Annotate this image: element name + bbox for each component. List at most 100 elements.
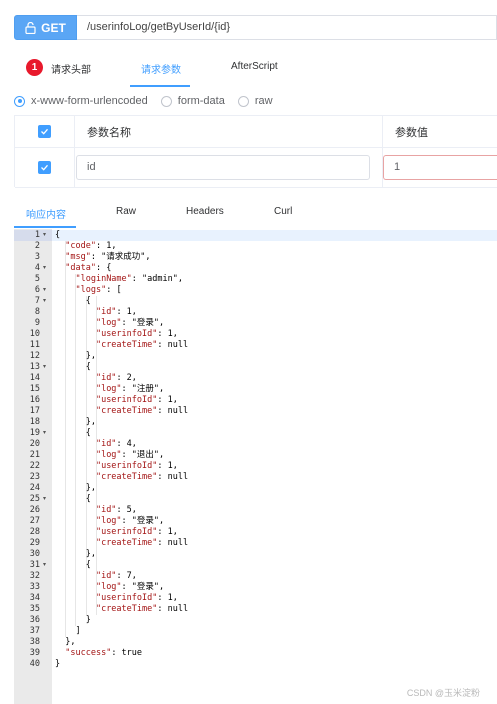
fold-arrow-icon[interactable]: ▾ [43,296,46,307]
code-line: "log": "登录", [95,318,165,328]
radio-unselected-icon [237,95,249,107]
line-number: 13 [29,362,40,372]
line-number: 7 [34,296,40,306]
json-key: "log" [95,318,122,328]
code-line: "createTime": null [95,472,189,482]
line-number: 34 [29,593,40,603]
param-name-cell: id [75,148,383,187]
json-key: "id" [95,373,117,383]
code-line: "createTime": null [95,406,189,416]
radio-unselected-icon [160,95,172,107]
json-key: "loginName" [75,274,132,284]
code-line: "userinfoId": 1, [95,461,178,471]
fold-arrow-icon[interactable]: ▾ [43,263,46,274]
line-number: 19 [29,428,40,438]
tab-request-headers[interactable]: 1 请求头部 [26,58,96,78]
code-line: "log": "登录", [95,582,165,592]
param-name-input[interactable]: id [76,155,370,180]
response-editor[interactable]: 1 ▾ 2 3 4 ▾ 5 6 ▾ 7 ▾ 8 9 10 11 12 13 ▾ 14 15 16 17 18 19 ▾ 20 21 2… [14,229,497,704]
radio-raw-label: raw [254,95,273,107]
body-tab-indicator [14,226,76,228]
line-number: 38 [29,637,40,647]
json-key: "data" [65,263,96,273]
code-line: "msg": "请求成功", [65,252,151,262]
fold-arrow-icon[interactable]: ▾ [43,494,46,505]
code-line: "userinfoId": 1, [95,527,178,537]
line-number: 3 [34,252,40,262]
code-line: } [55,615,91,625]
code-line: { [55,560,91,570]
line-number: 23 [29,472,40,482]
line-number: 20 [29,439,40,449]
json-key: "id" [95,505,117,515]
radio-raw[interactable]: raw [237,95,273,107]
row-checkbox[interactable] [38,161,51,174]
line-number: 1 [34,230,40,240]
params-tab-indicator [130,85,190,87]
fold-arrow-icon[interactable]: ▾ [43,230,46,241]
line-number: 18 [29,417,40,427]
line-number: 16 [29,395,40,405]
code-line: } [55,659,61,669]
tab-response-body[interactable]: 响应内容 [26,206,66,221]
line-number: 22 [29,461,40,471]
select-all-checkbox[interactable] [38,125,51,138]
code-line: "createTime": null [95,538,189,548]
code-line: "data": { [65,263,112,273]
param-value-input[interactable]: 1 [383,155,497,180]
code-line: ] [55,626,81,636]
method-label: GET [41,20,66,35]
code-line: "createTime": null [95,340,189,350]
radio-urlencoded[interactable]: x-www-form-urlencoded [14,95,148,107]
fold-arrow-icon[interactable]: ▾ [43,362,46,373]
code-line: "success": true [65,648,143,658]
code-line: "id": 4, [95,439,137,449]
headers-count-badge: 1 [26,59,43,76]
code-line: "id": 1, [95,307,137,317]
watermark: CSDN @玉米淀粉 [406,688,480,698]
json-key: "log" [95,450,122,460]
line-number: 31 [29,560,40,570]
code-line: "logs": [ [75,285,122,295]
line-number: 27 [29,516,40,526]
code-line: }, [55,549,96,559]
code-line: { [55,494,91,504]
col-header-name: 参数名称 [75,116,383,147]
code-line: }, [55,637,76,647]
code-line: "log": "退出", [95,450,165,460]
json-key: "log" [95,582,122,592]
line-number: 24 [29,483,40,493]
tab-request-headers-label: 请求头部 [51,65,91,76]
fold-arrow-icon[interactable]: ▾ [43,560,46,571]
url-input[interactable]: /userinfoLog/getByUserId/{id} [77,15,497,40]
json-key: "createTime" [95,340,158,350]
line-number: 40 [29,659,40,669]
tab-response-raw[interactable]: Raw [116,206,136,217]
tab-request-params[interactable]: 请求参数 [141,61,181,76]
line-number: 30 [29,549,40,559]
line-number: 9 [34,318,40,328]
code-area[interactable]: { "code": 1, "msg": "请求成功", "data": { "l… [52,229,497,704]
params-table-header: 参数名称 参数值 [15,116,497,148]
line-number: 14 [29,373,40,383]
tab-after-script[interactable]: AfterScript [231,61,278,72]
json-key: "id" [95,439,117,449]
fold-arrow-icon[interactable]: ▾ [43,428,46,439]
method-button[interactable]: GET [14,15,77,40]
code-line: "log": "登录", [95,516,165,526]
line-number: 33 [29,582,40,592]
code-line: "id": 2, [95,373,137,383]
radio-form-data[interactable]: form-data [160,95,225,107]
radio-form-data-label: form-data [177,95,225,107]
json-key: "log" [95,516,122,526]
code-line: { [55,362,91,372]
json-key: "createTime" [95,472,158,482]
row-checkbox-cell [15,148,75,187]
fold-arrow-icon[interactable]: ▾ [43,285,46,296]
tab-response-headers[interactable]: Headers [186,206,224,217]
active-line-highlight [52,230,497,241]
code-line: "id": 7, [95,571,137,581]
tab-response-curl[interactable]: Curl [274,206,292,217]
line-number: 5 [34,274,40,284]
code-line: "loginName": "admin", [75,274,183,284]
